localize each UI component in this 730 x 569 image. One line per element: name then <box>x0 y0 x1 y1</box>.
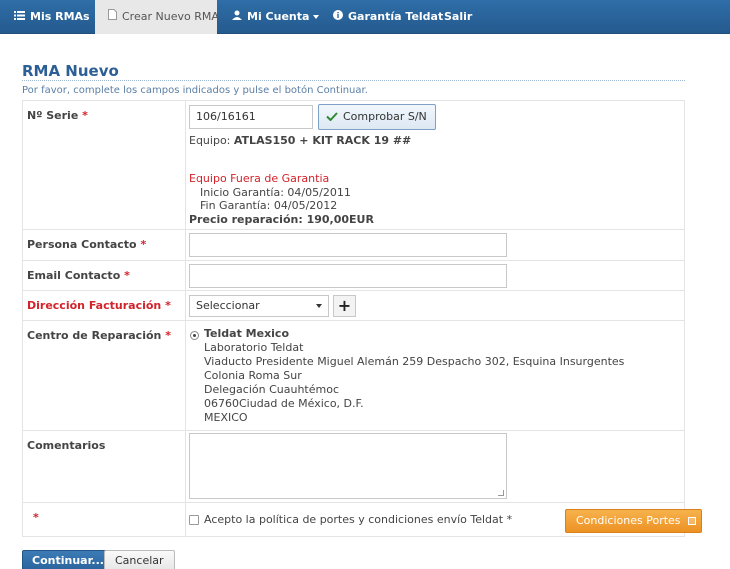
column-divider <box>185 503 186 536</box>
column-divider <box>185 261 186 290</box>
email-label: Email Contacto * <box>27 269 130 282</box>
document-icon <box>108 0 117 34</box>
centro-line: Laboratorio Teldat <box>204 341 304 354</box>
centro-line: MEXICO <box>204 411 248 424</box>
centro-line: 06760Ciudad de México, D.F. <box>204 397 364 410</box>
contacto-input[interactable] <box>189 233 507 257</box>
row-centro: Centro de Reparación * Teldat Mexico Lab… <box>23 320 684 430</box>
page-title: RMA Nuevo <box>22 62 119 80</box>
direccion-label: Dirección Facturación * <box>27 299 171 312</box>
continue-button[interactable]: Continuar... <box>22 550 114 569</box>
comentarios-label: Comentarios <box>27 439 106 452</box>
resize-grip-icon[interactable] <box>498 490 504 496</box>
serial-label: Nº Serie * <box>27 109 88 122</box>
equipo-value: ATLAS150 + KIT RACK 19 ## <box>233 134 412 147</box>
chevron-down-icon <box>316 304 322 308</box>
row-comentarios: Comentarios <box>23 430 684 502</box>
warranty-status: Equipo Fuera de Garantia <box>189 172 330 185</box>
required-mark: * <box>33 511 39 524</box>
row-direccion: Dirección Facturación * Seleccionar + <box>23 290 684 320</box>
rma-form: Nº Serie * 106/16161 Comprobar S/N Equip… <box>22 100 702 537</box>
condiciones-portes-button[interactable]: Condiciones Portes <box>565 509 702 533</box>
column-divider <box>185 230 186 260</box>
column-divider <box>185 431 186 502</box>
required-mark: * <box>165 299 171 312</box>
serial-input[interactable]: 106/16161 <box>189 105 313 129</box>
nav-label: Mi Cuenta <box>247 10 310 23</box>
nav-label: Garantía Teldat <box>348 10 444 23</box>
comentarios-textarea[interactable] <box>189 433 507 499</box>
cancel-button[interactable]: Cancelar <box>104 550 175 569</box>
direccion-select[interactable]: Seleccionar <box>189 295 329 317</box>
nav-label: Mis RMAs <box>30 10 90 23</box>
plus-icon: + <box>337 296 352 315</box>
warranty-start: Inicio Garantía: 04/05/2011 <box>200 186 351 199</box>
repair-price: Precio reparación: 190,00EUR <box>189 213 374 226</box>
column-divider <box>185 101 186 229</box>
centro-name: Teldat Mexico <box>204 327 290 340</box>
email-input[interactable] <box>189 264 507 288</box>
equipo-line: Equipo: ATLAS150 + KIT RACK 19 ## <box>189 134 412 147</box>
column-divider <box>185 291 186 320</box>
centro-radio[interactable] <box>190 331 199 340</box>
check-serial-button[interactable]: Comprobar S/N <box>318 104 436 130</box>
required-mark: * <box>82 109 88 122</box>
nav-crear-nuevo-rma[interactable]: Crear Nuevo RMA <box>95 0 219 34</box>
nav-mi-cuenta[interactable]: Mi Cuenta <box>232 0 320 34</box>
centro-line: Colonia Roma Sur <box>204 369 302 382</box>
row-serial: Nº Serie * 106/16161 Comprobar S/N Equip… <box>23 101 684 229</box>
chevron-down-icon <box>313 15 320 19</box>
nav-mis-rmas[interactable]: Mis RMAs <box>14 0 90 34</box>
centro-label: Centro de Reparación * <box>27 329 171 342</box>
instructions-text: Por favor, complete los campos indicados… <box>22 85 368 96</box>
top-navbar: Mis RMAs Crear Nuevo RMA Mi Cuenta Garan… <box>0 0 730 34</box>
nav-label: Salir <box>444 10 473 23</box>
user-icon <box>232 0 242 34</box>
terms-checkbox[interactable] <box>189 515 199 525</box>
external-link-icon <box>687 517 696 525</box>
add-address-button[interactable]: + <box>333 295 356 317</box>
terms-label: Acepto la política de portes y condicion… <box>204 513 513 526</box>
row-terms: * Acepto la política de portes y condici… <box>23 502 702 536</box>
centro-line: Delegación Cuauhtémoc <box>204 383 339 396</box>
info-icon <box>333 0 343 34</box>
contacto-label: Persona Contacto * <box>27 238 147 251</box>
required-mark: * <box>140 238 147 251</box>
list-icon <box>14 0 25 34</box>
centro-line: Viaducto Presidente Miguel Alemán 259 De… <box>204 355 625 368</box>
required-mark: * <box>165 329 171 342</box>
title-divider <box>22 80 685 81</box>
nav-garantia-teldat[interactable]: Garantía Teldat <box>333 0 443 34</box>
row-contacto: Persona Contacto * <box>23 229 684 260</box>
warranty-end: Fin Garantía: 04/05/2012 <box>200 199 338 212</box>
nav-label: Crear Nuevo RMA <box>122 10 219 23</box>
check-icon <box>326 112 338 121</box>
row-email: Email Contacto * <box>23 260 684 290</box>
column-divider <box>185 321 186 430</box>
required-mark: * <box>124 269 130 282</box>
nav-salir[interactable]: Salir <box>444 0 472 34</box>
